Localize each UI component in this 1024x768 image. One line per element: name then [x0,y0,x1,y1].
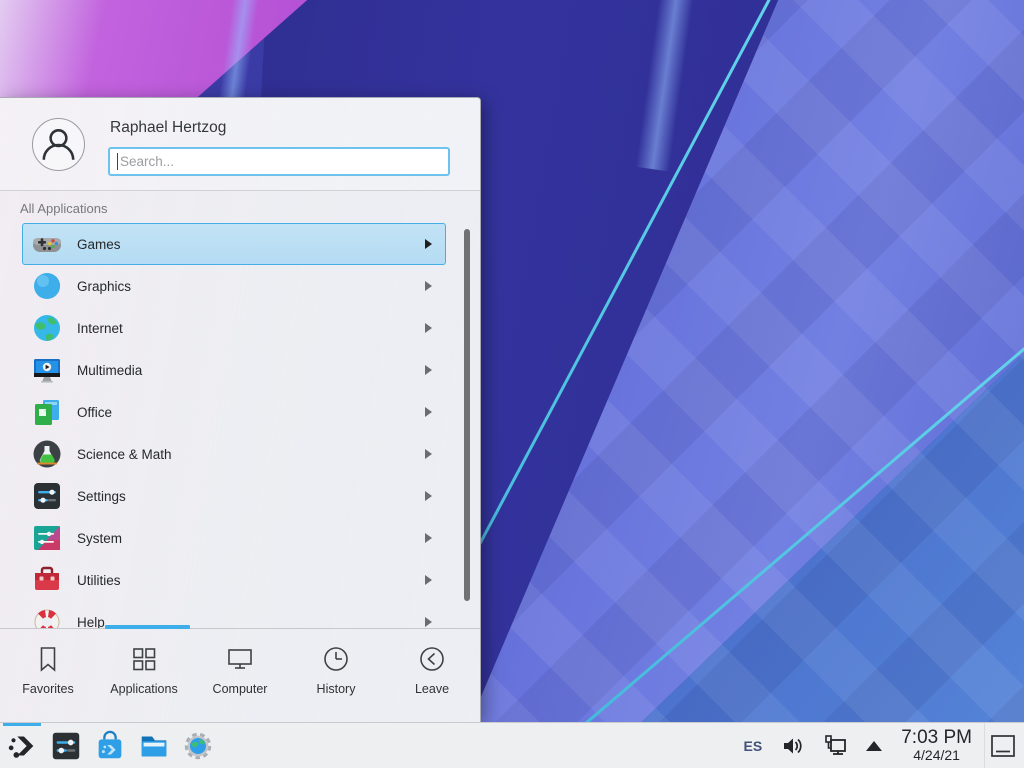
speaker-icon [780,734,804,758]
multimedia-icon [31,354,63,386]
list-item-label: System [77,531,122,546]
history-icon [321,644,351,674]
launcher-header: Raphael Hertzog [0,98,480,191]
leave-icon [417,644,447,674]
tab-label: Applications [110,682,177,696]
tab-label: Leave [415,682,449,696]
tab-label: Computer [213,682,268,696]
list-item-label: Office [77,405,112,420]
user-icon [33,119,84,171]
text-caret [117,153,118,170]
user-name: Raphael Hertzog [110,119,226,137]
list-item-label: Games [77,237,121,252]
tray-expander[interactable] [859,723,889,768]
dolphin-file-manager-launcher[interactable] [132,723,176,768]
list-item-label: Utilities [77,573,121,588]
office-icon [31,396,63,428]
folder-icon [137,729,171,763]
clock-time: 7:03 PM [901,728,972,748]
list-item-label: Settings [77,489,126,504]
kde-launcher-icon [5,729,39,763]
submenu-arrow-icon [425,491,432,501]
submenu-arrow-icon [425,575,432,585]
submenu-arrow-icon [425,239,432,249]
help-icon [31,606,63,628]
submenu-arrow-icon [425,449,432,459]
system-settings-launcher[interactable] [44,723,88,768]
list-item-science-math[interactable]: Science & Math [22,433,446,475]
discover-icon [93,729,127,763]
submenu-arrow-icon [425,365,432,375]
application-launcher-menu: Raphael Hertzog All Applications Games [0,97,481,722]
bookmark-icon [33,644,63,674]
list-item-label: Graphics [77,279,131,294]
clock-date: 4/24/21 [913,748,960,763]
tab-applications[interactable]: Applications [96,629,192,723]
list-scrollbar[interactable] [464,229,470,601]
submenu-arrow-icon [425,281,432,291]
list-item-settings[interactable]: Settings [22,475,446,517]
discover-launcher[interactable] [88,723,132,768]
tab-label: History [317,682,356,696]
search-field-wrap [108,147,450,176]
system-settings-icon [49,729,83,763]
gamepad-icon [31,228,63,260]
show-desktop-button[interactable] [984,723,1020,768]
list-item-games[interactable]: Games [22,223,446,265]
submenu-arrow-icon [425,533,432,543]
system-icon [31,522,63,554]
application-launcher-button[interactable] [0,723,44,768]
user-avatar[interactable] [32,118,85,171]
computer-icon [225,644,255,674]
globe-icon [31,312,63,344]
tab-favorites[interactable]: Favorites [0,629,96,723]
keyboard-layout-indicator[interactable]: ES [737,723,770,768]
taskbar-panel: ES 7:03 PM 4/24/21 [0,722,1024,768]
globe-gear-icon [181,729,215,763]
network-tray-item[interactable] [815,723,855,768]
tab-label: Favorites [22,682,73,696]
tab-leave[interactable]: Leave [384,629,480,723]
network-wired-icon [822,733,848,759]
list-item-label: Multimedia [77,363,142,378]
list-item-office[interactable]: Office [22,391,446,433]
volume-tray-item[interactable] [773,723,811,768]
caret-up-icon [866,741,882,751]
application-category-list: Games Graphics Internet [0,218,480,628]
list-item-multimedia[interactable]: Multimedia [22,349,446,391]
submenu-arrow-icon [425,407,432,417]
show-desktop-icon [989,732,1017,760]
submenu-arrow-icon [425,617,432,627]
tab-computer[interactable]: Computer [192,629,288,723]
system-tray: ES 7:03 PM 4/24/21 [737,723,1024,768]
list-item-internet[interactable]: Internet [22,307,446,349]
settings-icon [31,480,63,512]
grid-icon [129,644,159,674]
graphics-icon [31,270,63,302]
list-item-label: Internet [77,321,123,336]
digital-clock[interactable]: 7:03 PM 4/24/21 [893,728,980,763]
list-item-utilities[interactable]: Utilities [22,559,446,601]
science-icon [31,438,63,470]
list-item-label: Help [77,615,105,629]
list-item-graphics[interactable]: Graphics [22,265,446,307]
submenu-arrow-icon [425,323,432,333]
tab-history[interactable]: History [288,629,384,723]
list-item-label: Science & Math [77,447,172,462]
taskbar-launchers [0,723,220,768]
launcher-tab-bar: Favorites Applications Computer [0,629,480,723]
list-item-help[interactable]: Help [22,601,446,628]
search-input[interactable] [108,147,450,176]
section-label: All Applications [20,201,107,216]
list-item-system[interactable]: System [22,517,446,559]
utilities-icon [31,564,63,596]
web-browser-launcher[interactable] [176,723,220,768]
